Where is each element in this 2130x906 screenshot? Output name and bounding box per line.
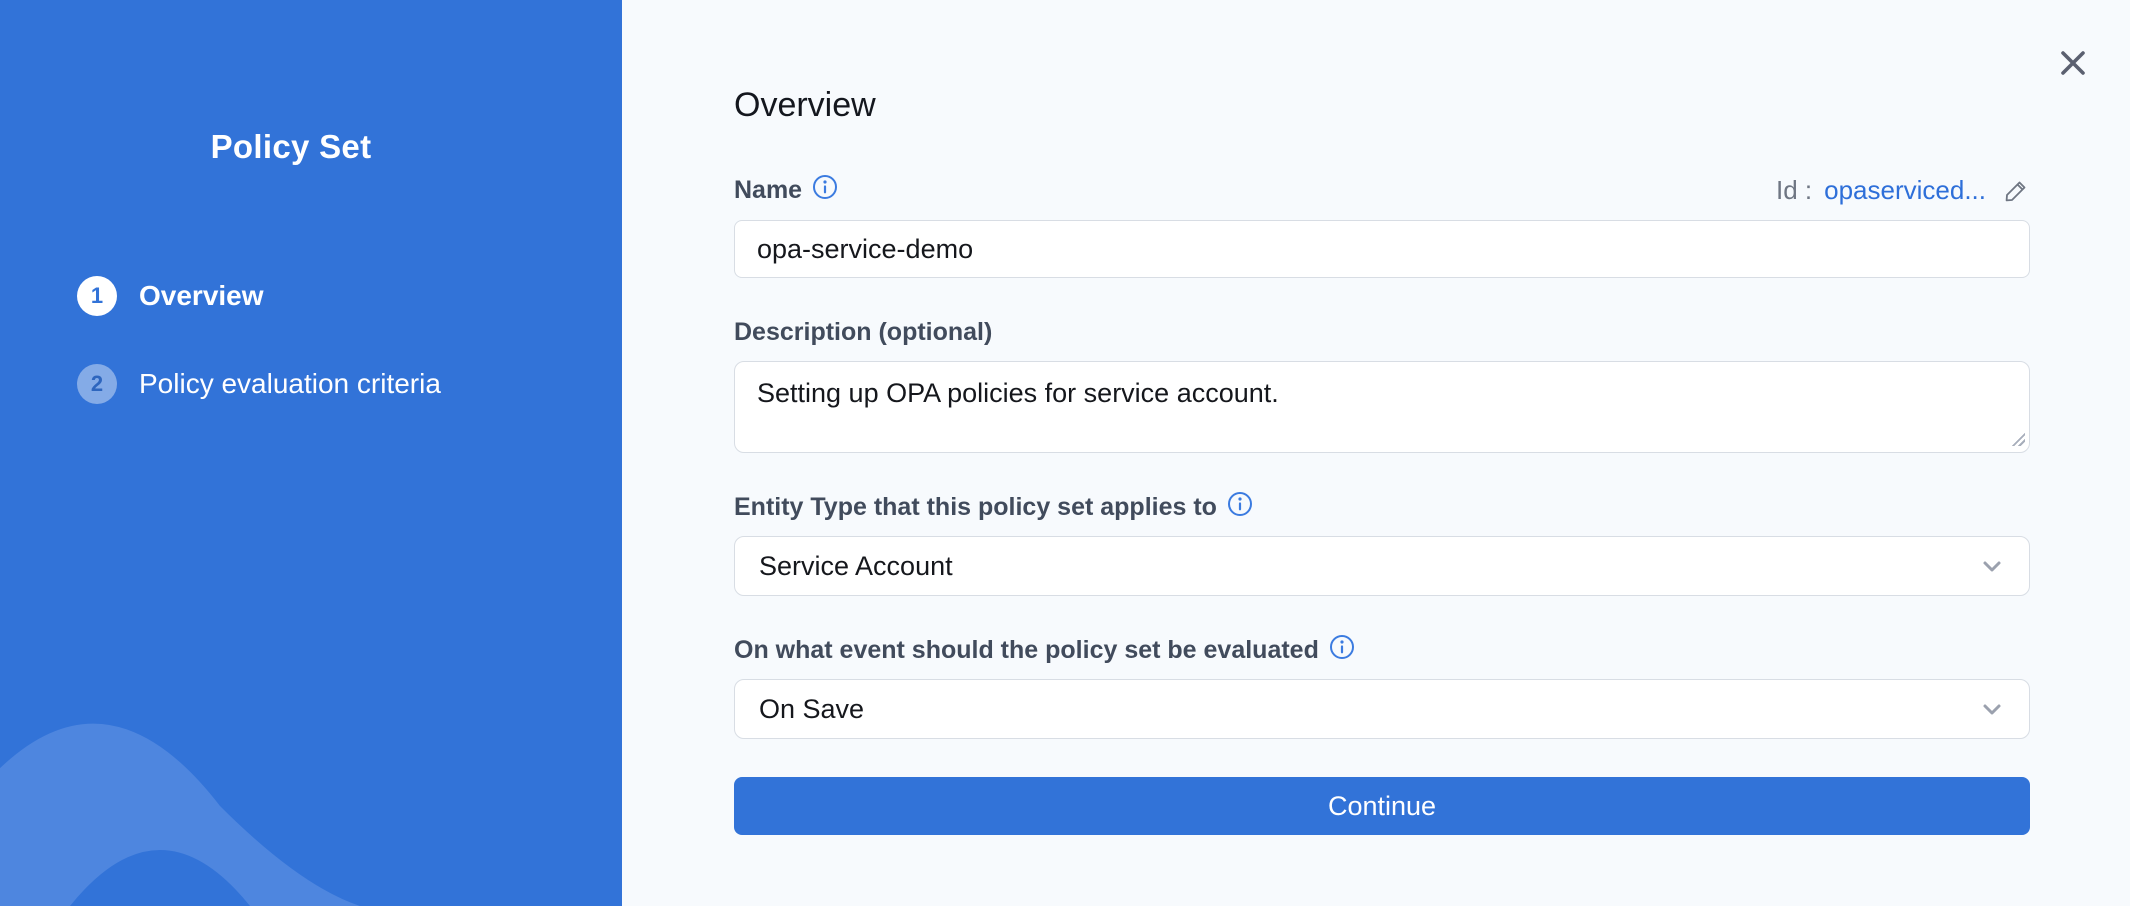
wizard-title: Policy Set <box>0 128 622 166</box>
step-number-badge: 2 <box>77 364 117 404</box>
description-textarea-wrap: Setting up OPA policies for service acco… <box>734 361 2030 453</box>
resize-handle-icon[interactable] <box>2009 430 2025 446</box>
event-label: On what event should the policy set be e… <box>734 636 1319 665</box>
entity-type-label: Entity Type that this policy set applies… <box>734 493 1217 522</box>
event-select[interactable]: On Save <box>734 679 2030 739</box>
wizard-sidebar: Policy Set 1 Overview 2 Policy evaluatio… <box>0 0 622 906</box>
name-label-row: Name Id : opaserviced... <box>734 175 2030 206</box>
info-icon[interactable] <box>1329 634 1355 660</box>
event-label-wrap: On what event should the policy set be e… <box>734 636 2030 665</box>
description-textarea[interactable]: Setting up OPA policies for service acco… <box>734 361 2030 453</box>
step-overview[interactable]: 1 Overview <box>77 276 622 316</box>
panel-heading: Overview <box>734 86 2030 125</box>
step-label: Overview <box>139 280 264 312</box>
edit-pencil-icon[interactable] <box>2002 177 2030 205</box>
chevron-down-icon <box>1979 696 2005 722</box>
decorative-wave <box>0 686 622 906</box>
description-label-wrap: Description (optional) <box>734 318 2030 347</box>
continue-button[interactable]: Continue <box>734 777 2030 835</box>
close-icon <box>2058 48 2088 78</box>
id-label: Id : <box>1776 175 1812 206</box>
id-value[interactable]: opaserviced... <box>1824 175 1986 206</box>
close-button[interactable] <box>2054 44 2092 82</box>
event-selected-value: On Save <box>759 694 864 725</box>
overview-panel: Overview Name Id : opaserviced... <box>622 0 2130 906</box>
name-label: Name <box>734 176 802 205</box>
entity-type-label-wrap: Entity Type that this policy set applies… <box>734 493 2030 522</box>
name-label-wrap: Name <box>734 176 838 205</box>
name-input[interactable] <box>734 220 2030 278</box>
entity-type-select[interactable]: Service Account <box>734 536 2030 596</box>
entity-id-wrap: Id : opaserviced... <box>1776 175 2030 206</box>
policy-set-modal: Policy Set 1 Overview 2 Policy evaluatio… <box>0 0 2130 906</box>
info-icon[interactable] <box>1227 491 1253 517</box>
overview-form: Overview Name Id : opaserviced... <box>734 86 2030 835</box>
step-policy-evaluation-criteria[interactable]: 2 Policy evaluation criteria <box>77 364 622 404</box>
chevron-down-icon <box>1979 553 2005 579</box>
info-icon[interactable] <box>812 174 838 200</box>
step-label: Policy evaluation criteria <box>139 368 441 400</box>
entity-type-selected-value: Service Account <box>759 551 953 582</box>
wizard-steps: 1 Overview 2 Policy evaluation criteria <box>0 276 622 404</box>
description-label: Description (optional) <box>734 318 992 347</box>
step-number-badge: 1 <box>77 276 117 316</box>
